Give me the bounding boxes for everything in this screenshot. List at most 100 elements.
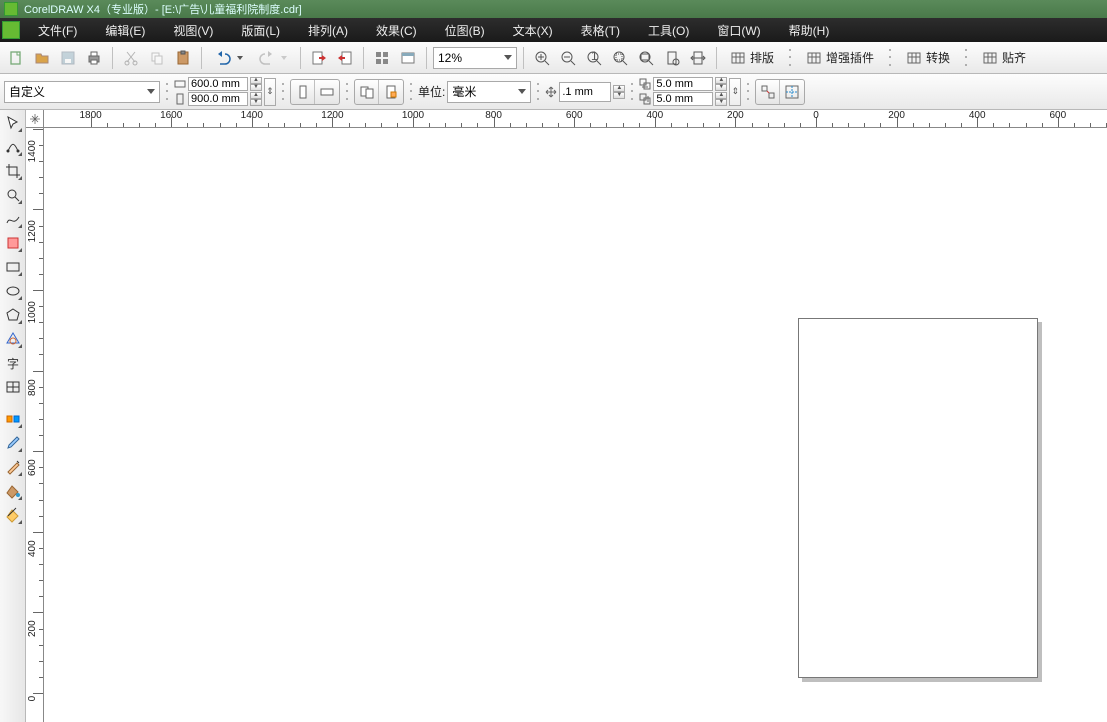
new-file-button[interactable] (4, 46, 28, 70)
menu-arrange[interactable]: 排列(A) (294, 19, 362, 42)
chevron-down-icon (147, 89, 155, 94)
polygon-tool[interactable] (2, 304, 24, 326)
freehand-tool[interactable] (2, 208, 24, 230)
shape-tool[interactable] (2, 136, 24, 158)
nudge-group: ▲▼ (545, 82, 625, 102)
ext-button-3[interactable]: 贴齐 (975, 46, 1033, 70)
page-height-input[interactable] (188, 92, 248, 106)
pick-tool[interactable] (2, 112, 24, 134)
horizontal-ruler[interactable]: 1800160014001200100080060040020002004006… (44, 110, 1107, 128)
menu-layout[interactable]: 版面(L) (227, 19, 294, 42)
snap-objects-button[interactable] (756, 80, 780, 104)
ellipse-tool[interactable] (2, 280, 24, 302)
current-page-button[interactable] (379, 80, 403, 104)
text-tool[interactable]: 字 (2, 352, 24, 374)
window-title: CorelDRAW X4（专业版）- [E:\广告\儿童福利院制度.cdr] (24, 1, 302, 17)
rectangle-tool[interactable] (2, 256, 24, 278)
grip-icon (536, 81, 540, 103)
all-pages-button[interactable] (355, 80, 379, 104)
portrait-button[interactable] (291, 80, 315, 104)
import-button[interactable] (307, 46, 331, 70)
fill-tool[interactable] (2, 480, 24, 502)
zoom-value[interactable] (438, 51, 500, 65)
window-titlebar: CorelDRAW X4（专业版）- [E:\广告\儿童福利院制度.cdr] (0, 0, 1107, 18)
page-width-input[interactable] (188, 77, 248, 91)
drawing-page[interactable] (798, 318, 1038, 678)
ext-button-2[interactable]: 转换 (899, 46, 957, 70)
zoom-actual-button[interactable]: 1 (582, 46, 606, 70)
interactive-fill-tool[interactable] (2, 504, 24, 526)
zoom-tool[interactable] (2, 184, 24, 206)
menu-edit[interactable]: 编辑(E) (91, 19, 159, 42)
menu-file[interactable]: 文件(F) (24, 19, 91, 42)
dup-x-input[interactable] (653, 77, 713, 91)
zoom-out-button[interactable] (556, 46, 580, 70)
menu-effects[interactable]: 效果(C) (362, 19, 431, 42)
spinner-buttons[interactable]: ▲▼ (250, 77, 262, 91)
paste-button[interactable] (171, 46, 195, 70)
menu-table[interactable]: 表格(T) (567, 19, 634, 42)
app-logo-icon (4, 2, 18, 16)
copy-button[interactable] (145, 46, 169, 70)
grip-icon (964, 47, 968, 69)
ruler-origin[interactable] (26, 110, 44, 128)
spinner-buttons[interactable]: ▲▼ (250, 92, 262, 106)
smart-fill-tool[interactable] (2, 232, 24, 254)
menu-text[interactable]: 文本(X) (499, 19, 567, 42)
ext-button-1[interactable]: 增强插件 (799, 46, 881, 70)
zoom-in-button[interactable] (530, 46, 554, 70)
toolbar-separator (426, 47, 427, 69)
menu-window[interactable]: 窗口(W) (703, 19, 774, 42)
units-value[interactable] (452, 85, 514, 99)
print-button[interactable] (82, 46, 106, 70)
toolbar-separator (300, 47, 301, 69)
zoom-width-button[interactable] (686, 46, 710, 70)
export-button[interactable] (333, 46, 357, 70)
dup-y-input[interactable] (653, 92, 713, 106)
zoom-selection-button[interactable] (608, 46, 632, 70)
menu-tools[interactable]: 工具(O) (634, 19, 703, 42)
zoom-page-button[interactable] (660, 46, 684, 70)
units-label: 单位: (418, 83, 445, 100)
orientation-group (290, 79, 340, 105)
zoom-all-button[interactable] (634, 46, 658, 70)
svg-text:字: 字 (7, 356, 19, 371)
menu-view[interactable]: 视图(V) (159, 19, 227, 42)
width-icon (174, 78, 186, 90)
vertical-ruler[interactable]: 1400120010008006004002000 (26, 128, 44, 722)
page-preset-combo[interactable] (4, 81, 160, 103)
save-button[interactable] (56, 46, 80, 70)
undo-button[interactable] (208, 46, 250, 70)
ext-button-0[interactable]: 排版 (723, 46, 781, 70)
menu-bitmaps[interactable]: 位图(B) (431, 19, 499, 42)
welcome-screen-button[interactable] (396, 46, 420, 70)
interactive-blend-tool[interactable] (2, 408, 24, 430)
dup-lock-button[interactable]: ⇕ (729, 78, 741, 106)
open-file-button[interactable] (30, 46, 54, 70)
grip-icon (409, 81, 413, 103)
nudge-input[interactable] (559, 82, 611, 102)
spinner-buttons[interactable]: ▲▼ (715, 77, 727, 91)
spinner-buttons[interactable]: ▲▼ (715, 92, 727, 106)
app-launcher-button[interactable] (370, 46, 394, 70)
eyedropper-tool[interactable] (2, 432, 24, 454)
grip-icon (165, 81, 169, 103)
aspect-lock-button[interactable]: ⇕ (264, 78, 276, 106)
canvas-area[interactable]: 1800160014001200100080060040020002004006… (26, 110, 1107, 722)
nudge-icon (545, 86, 557, 98)
spinner-buttons[interactable]: ▲▼ (613, 85, 625, 99)
landscape-button[interactable] (315, 80, 339, 104)
dup-x-icon (639, 78, 651, 90)
cut-button[interactable] (119, 46, 143, 70)
basic-shapes-tool[interactable] (2, 328, 24, 350)
zoom-combo[interactable] (433, 47, 517, 69)
toolbar-separator (112, 47, 113, 69)
units-combo[interactable] (447, 81, 531, 103)
crop-tool[interactable] (2, 160, 24, 182)
page-preset-value[interactable] (9, 85, 143, 99)
menu-help[interactable]: 帮助(H) (775, 19, 844, 42)
dynamic-guides-button[interactable] (780, 80, 804, 104)
redo-button[interactable] (252, 46, 294, 70)
outline-tool[interactable] (2, 456, 24, 478)
table-tool[interactable] (2, 376, 24, 398)
